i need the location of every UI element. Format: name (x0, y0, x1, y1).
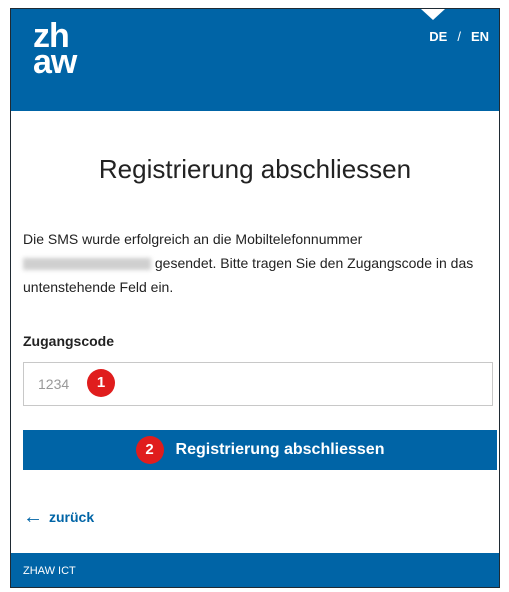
language-switcher: DE / EN (429, 29, 489, 44)
redacted-phone-number (23, 258, 151, 271)
desc-part-1: Die SMS wurde erfolgreich an die Mobilte… (23, 231, 363, 247)
page-title: Registrierung abschliessen (98, 154, 412, 184)
header-bar: zh aw DE / EN (11, 9, 499, 111)
lang-en-link[interactable]: EN (471, 29, 489, 44)
lang-de-link[interactable]: DE (429, 29, 447, 44)
page-frame: zh aw DE / EN Registrierung abschliessen… (10, 8, 500, 588)
footer-bar: ZHAW ICT (11, 553, 499, 587)
step-badge-1: 1 (87, 369, 115, 397)
footer-text: ZHAW ICT (23, 565, 76, 577)
arrow-left-icon: ← (23, 506, 43, 528)
back-link-label: zurück (49, 509, 95, 525)
back-link[interactable]: ← zurück (23, 506, 95, 528)
complete-registration-button[interactable]: 2 Registrierung abschliessen (23, 430, 497, 470)
step-badge-2: 2 (135, 436, 164, 464)
lang-separator: / (457, 29, 461, 44)
access-code-label: Zugangscode (23, 333, 115, 349)
complete-registration-label: Registrierung abschliessen (175, 441, 385, 458)
logo-line-2: aw (33, 43, 77, 81)
sms-info-text: Die SMS wurde erfolgreich an die Mobilte… (23, 227, 491, 299)
zhaw-logo[interactable]: zh aw (33, 19, 77, 81)
active-language-caret-icon (421, 9, 445, 20)
